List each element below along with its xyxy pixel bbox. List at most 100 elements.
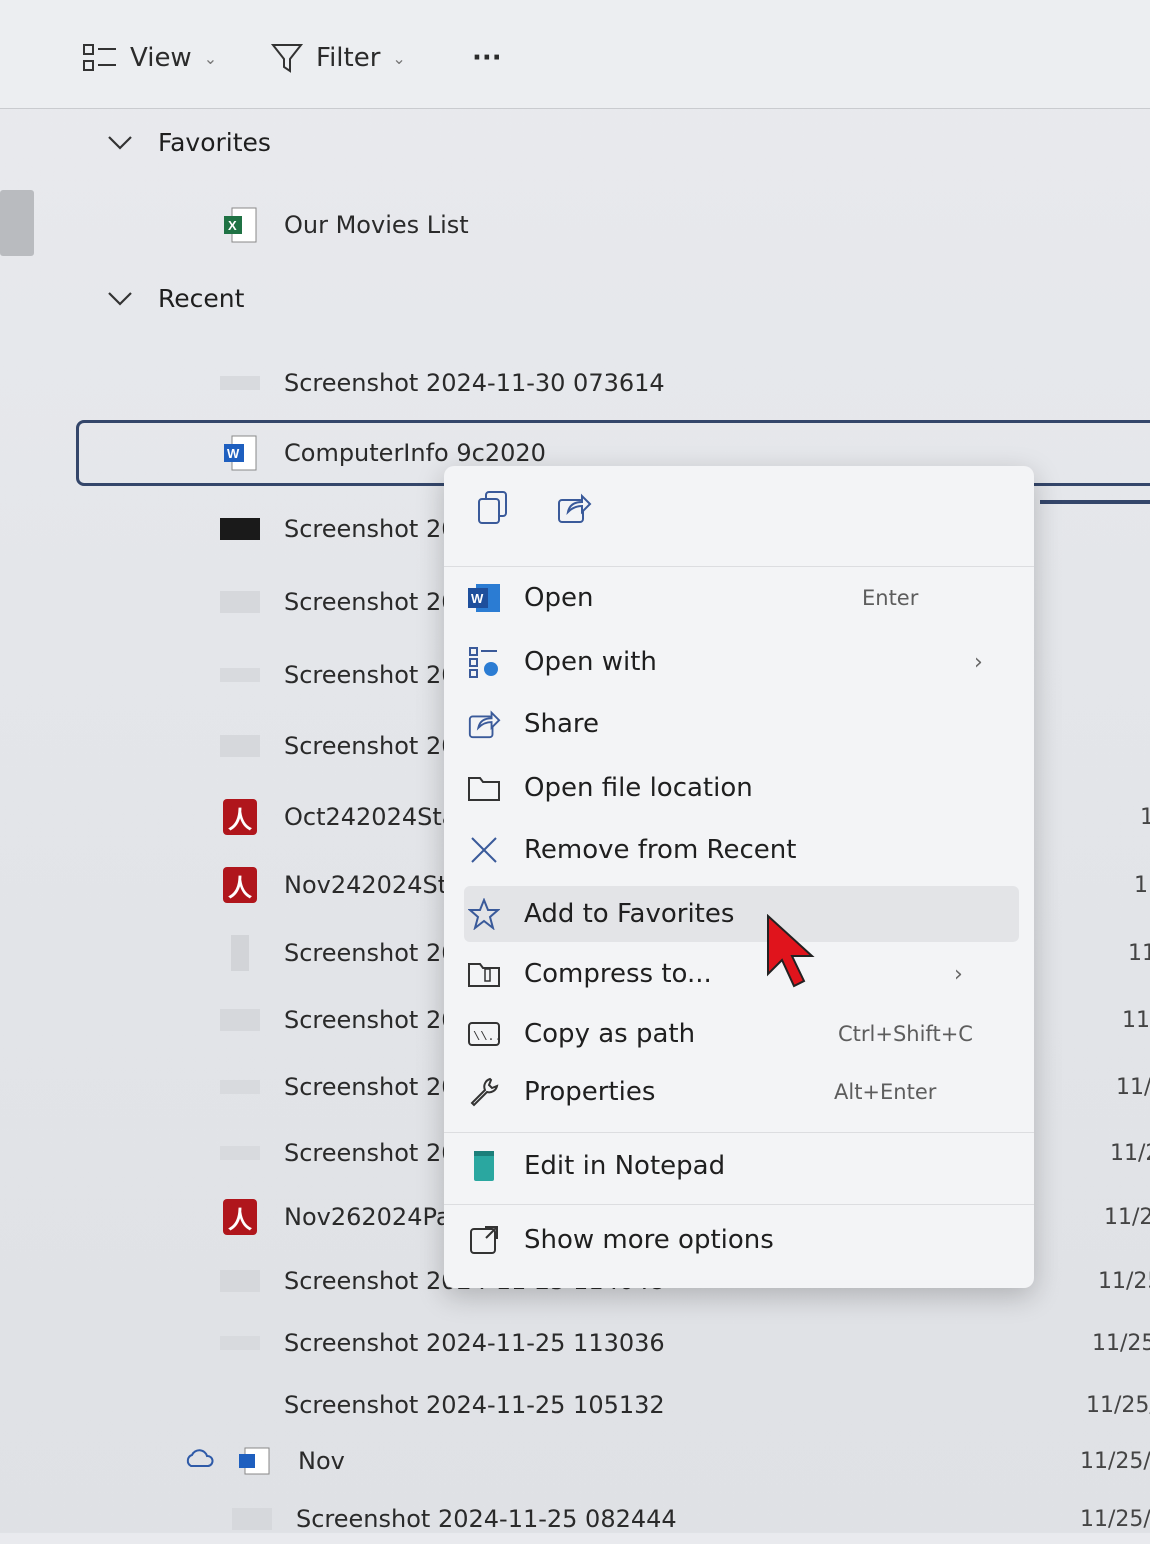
menu-item-label: Add to Favorites <box>524 899 735 929</box>
menu-item-label: Copy as path <box>524 1019 696 1049</box>
menu-item-label: Remove from Recent <box>524 835 797 865</box>
list-item[interactable]: 人 Nov242024Stat 1 <box>218 860 1148 910</box>
copy-icon[interactable] <box>476 490 510 530</box>
notepad-icon <box>464 1146 504 1186</box>
share-icon[interactable] <box>556 490 592 530</box>
filter-icon <box>270 44 304 73</box>
pdf-icon: 人 <box>218 865 262 905</box>
mouse-cursor-icon <box>767 914 815 988</box>
list-item[interactable]: Screenshot 202 11/ <box>218 995 1150 1045</box>
shortcut-text: Ctrl+Shift+C <box>838 1022 973 1046</box>
list-item[interactable]: Nov 11/25/2 <box>184 1436 1150 1486</box>
command-bar: View ⌄ Filter ⌄ ··· <box>0 0 1150 109</box>
list-item[interactable]: Screenshot 2024-11-25 113036 11/25, <box>218 1318 1150 1368</box>
chevron-right-icon: › <box>974 649 983 675</box>
menu-item-copy-as-path[interactable]: \\.. Copy as path Ctrl+Shift+C <box>464 1006 1019 1062</box>
date-modified: 11/ <box>1122 1007 1150 1033</box>
shortcut-text: Enter <box>862 586 919 610</box>
view-label: View <box>130 43 192 73</box>
date-modified: 11/25 <box>1098 1268 1150 1294</box>
file-name: Screenshot 2024-11-30 073614 <box>284 369 665 397</box>
date-modified: 1 <box>1134 872 1148 898</box>
filter-label: Filter <box>316 43 381 73</box>
recent-label: Recent <box>158 284 245 313</box>
menu-item-open-with[interactable]: Open with › <box>464 634 1019 690</box>
svg-text:X: X <box>228 218 237 233</box>
file-name: Oct242024Stat <box>284 803 466 831</box>
menu-item-compress-to[interactable]: Compress to... › <box>464 946 1019 1002</box>
svg-text:W: W <box>227 446 240 461</box>
chevron-down-icon <box>100 290 140 308</box>
menu-item-label: Open file location <box>524 773 753 803</box>
image-thumb-icon <box>218 655 262 695</box>
selection-border-segment <box>1040 500 1150 504</box>
menu-item-open-file-location[interactable]: Open file location <box>464 760 1019 816</box>
folder-icon <box>464 768 504 808</box>
scrollbar-thumb[interactable] <box>0 190 34 256</box>
chevron-right-icon: › <box>954 961 963 987</box>
favorites-label: Favorites <box>158 128 271 157</box>
list-item[interactable]: Screenshot 2024-11-30 073614 <box>218 358 665 408</box>
pdf-icon: 人 <box>218 1197 262 1237</box>
file-name: Screenshot 2024-11-25 105132 <box>284 1391 665 1419</box>
word-icon: W <box>464 578 504 618</box>
view-button[interactable]: View ⌄ <box>82 38 217 78</box>
list-item[interactable]: Screenshot 202 <box>218 721 472 771</box>
image-thumb-icon <box>218 1000 262 1040</box>
file-name: Nov <box>298 1447 345 1475</box>
date-modified: 11/25/2 <box>1080 1506 1150 1532</box>
menu-item-label: Compress to... <box>524 959 712 989</box>
date-modified: 11/25, <box>1092 1330 1150 1356</box>
menu-item-add-to-favorites[interactable]: Add to Favorites <box>464 886 1019 942</box>
menu-item-properties[interactable]: Properties Alt+Enter <box>464 1064 1019 1120</box>
chevron-down-icon: ⌄ <box>203 48 218 68</box>
image-thumb-icon <box>218 726 262 766</box>
excel-icon: X <box>218 205 262 245</box>
list-item[interactable]: Screenshot 202 11/2 <box>218 1128 1150 1178</box>
menu-separator <box>444 1204 1034 1205</box>
pdf-icon: 人 <box>218 797 262 837</box>
list-item[interactable]: 人 Nov262024Pay 11/2 <box>218 1192 1150 1242</box>
more-label: ··· <box>472 43 502 73</box>
list-item[interactable]: Screenshot 202 11 <box>218 928 1150 978</box>
filter-button[interactable]: Filter ⌄ <box>270 38 406 78</box>
image-thumb-icon <box>218 509 262 549</box>
image-thumb-icon <box>218 363 262 403</box>
list-item[interactable]: Screenshot 202 <box>218 650 472 700</box>
star-icon <box>464 894 504 934</box>
file-name: Screenshot 2024-11-25 082444 <box>296 1505 677 1533</box>
path-icon: \\.. <box>464 1014 504 1054</box>
file-name: Our Movies List <box>284 211 469 239</box>
menu-separator <box>444 1132 1034 1133</box>
image-thumb-icon <box>230 1499 274 1539</box>
recent-group-header[interactable]: Recent <box>100 284 244 313</box>
list-item[interactable]: Screenshot 2024-11-25 105132 11/25/ <box>218 1380 1150 1430</box>
view-icon <box>83 44 116 71</box>
favorites-group-header[interactable]: Favorites <box>100 128 271 157</box>
menu-item-remove-from-recent[interactable]: Remove from Recent <box>464 822 1019 878</box>
file-name: Screenshot 2024-11-25 113036 <box>284 1329 665 1357</box>
image-thumb-icon <box>218 1385 262 1425</box>
more-options-button[interactable]: ··· <box>472 38 502 78</box>
list-item[interactable]: X Our Movies List <box>218 200 469 250</box>
list-item[interactable]: Screenshot 202 <box>218 504 472 554</box>
menu-item-open[interactable]: W Open Enter <box>464 570 1019 626</box>
more-options-icon <box>464 1220 504 1260</box>
list-item[interactable]: 人 Oct242024Stat 1 <box>218 792 1150 842</box>
list-item[interactable]: Screenshot 202 11/ <box>218 1062 1150 1112</box>
word-icon: W <box>218 433 262 473</box>
image-thumb-icon <box>218 1261 262 1301</box>
menu-item-show-more-options[interactable]: Show more options <box>464 1212 1019 1268</box>
chevron-down-icon: ⌄ <box>392 48 406 68</box>
image-thumb-icon <box>218 933 262 973</box>
list-item[interactable]: Screenshot 2024-11-25 082444 11/25/2 <box>230 1494 1150 1544</box>
file-name: ComputerInfo 9c2020 <box>284 439 546 467</box>
date-modified: 11/ <box>1116 1074 1150 1100</box>
menu-item-edit-in-notepad[interactable]: Edit in Notepad <box>464 1138 1019 1194</box>
list-item[interactable]: Screenshot 202 <box>218 577 472 627</box>
date-modified: 11/2 <box>1110 1140 1150 1166</box>
zip-icon <box>464 954 504 994</box>
shortcut-text: Alt+Enter <box>834 1080 937 1104</box>
menu-item-share[interactable]: Share <box>464 696 1019 752</box>
date-modified: 11/2 <box>1104 1204 1150 1230</box>
